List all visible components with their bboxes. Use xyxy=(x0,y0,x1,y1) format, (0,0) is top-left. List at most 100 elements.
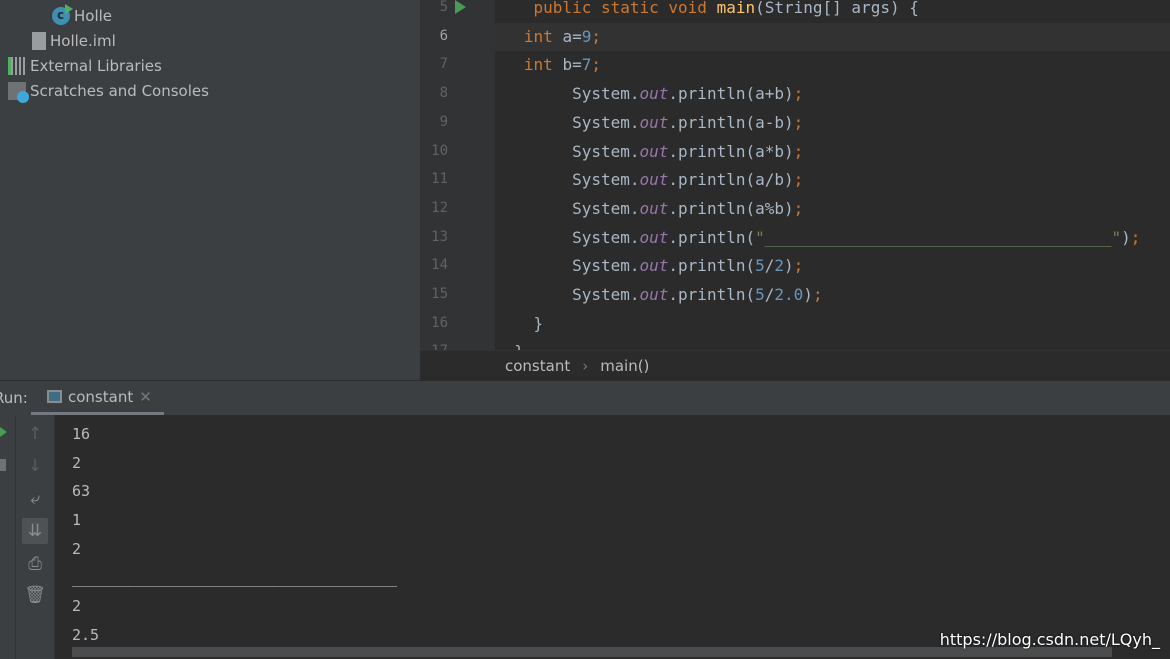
code-line: System.out.println(a%b); xyxy=(495,195,1170,223)
line-number: 7 xyxy=(439,56,448,73)
code-token: 2.0 xyxy=(774,285,804,304)
code-token: out xyxy=(639,285,669,304)
output-line: 1 xyxy=(72,511,82,530)
code-line: System.out.println("____________________… xyxy=(495,224,1170,252)
breadcrumb-class[interactable]: constant xyxy=(505,357,570,375)
code-token: ) xyxy=(803,285,813,304)
output-line: 63 xyxy=(72,482,91,501)
code-token: ; xyxy=(812,285,823,304)
line-number: 12 xyxy=(431,199,448,216)
soft-wrap-icon[interactable]: ⤶ xyxy=(22,486,48,512)
console-output[interactable]: 16 2 63 1 2 _________________________________… xyxy=(55,415,1170,659)
code-token: .println(a%b) xyxy=(668,198,794,218)
line-number: 6 xyxy=(439,27,448,44)
line-number: 11 xyxy=(431,171,448,188)
code-token: .println( xyxy=(668,285,756,304)
code-token: out xyxy=(639,198,669,218)
code-token: System. xyxy=(572,141,640,161)
code-token: .println( xyxy=(668,256,756,276)
code-line: int a=9; xyxy=(495,22,1170,51)
run-toolbar xyxy=(0,415,16,659)
code-token: System. xyxy=(572,84,640,104)
java-class-icon: c xyxy=(52,3,73,25)
tree-item-label: Holle xyxy=(74,6,113,25)
code-token: ; xyxy=(793,256,804,276)
stop-icon[interactable] xyxy=(0,459,6,471)
code-token: a= xyxy=(562,26,582,46)
iml-file-icon xyxy=(32,31,46,50)
breadcrumb: constant › main() xyxy=(420,350,1170,380)
tree-item-label: Scratches and Consoles xyxy=(30,81,209,100)
line-number: 15 xyxy=(431,286,448,302)
code-token: ) xyxy=(784,256,794,276)
output-line: ____________________________________ xyxy=(72,568,398,587)
code-token: / xyxy=(764,285,775,304)
tree-item-label: Holle.iml xyxy=(50,31,116,50)
code-token: ; xyxy=(793,84,804,104)
code-line: System.out.println(5/2.0); xyxy=(495,281,1170,309)
code-line: } xyxy=(495,310,1170,338)
code-token: .println(a*b) xyxy=(668,141,794,161)
arrow-down-icon[interactable]: ↓ xyxy=(22,453,48,479)
code-token: / xyxy=(764,256,775,276)
watermark: https://blog.csdn.net/LQyh_ xyxy=(939,630,1160,649)
code-token: out xyxy=(639,112,669,132)
code-editor[interactable]: 5 public static void main(String[] args)… xyxy=(420,0,1170,350)
tree-item-holle[interactable]: c Holle xyxy=(52,3,112,28)
code-token: ; xyxy=(591,55,601,75)
line-number: 16 xyxy=(431,314,448,331)
tree-item-holle-iml[interactable]: Holle.iml xyxy=(32,28,116,53)
code-line: public static void main(String[] args) { xyxy=(495,0,1170,22)
code-token: 2 xyxy=(774,256,785,276)
code-token: System. xyxy=(572,256,640,276)
chevron-right-icon: › xyxy=(582,356,589,375)
console-icon xyxy=(47,390,62,403)
tree-item-external-libraries[interactable]: External Libraries xyxy=(8,53,162,78)
rerun-icon[interactable] xyxy=(0,427,7,437)
code-token: int xyxy=(523,55,563,75)
tree-item-scratches[interactable]: Scratches and Consoles xyxy=(8,78,209,103)
code-token: .println(a-b) xyxy=(668,112,794,132)
project-tree: c Holle Holle.iml External Libraries Scr… xyxy=(0,0,420,380)
console-toolbar: ↑ ↓ ⤶ ⇊ ⎙ 🗑 xyxy=(16,415,55,659)
code-line: System.out.println(a/b); xyxy=(495,166,1170,194)
code-token: out xyxy=(639,170,669,190)
code-token: 7 xyxy=(581,55,592,75)
code-token: out xyxy=(639,141,669,161)
code-token: out xyxy=(639,84,669,104)
line-number: 9 xyxy=(439,113,448,130)
close-icon[interactable]: ✕ xyxy=(139,388,152,406)
output-line: 2.5 xyxy=(72,625,100,644)
arrow-up-icon[interactable]: ↑ xyxy=(22,421,48,447)
tab-label: constant xyxy=(68,387,134,406)
scratches-icon xyxy=(8,81,29,103)
code-token: b= xyxy=(562,55,582,75)
code-token: System. xyxy=(572,227,640,247)
trash-icon[interactable]: 🗑 xyxy=(22,582,48,608)
line-number: 8 xyxy=(439,85,448,102)
run-gutter-icon[interactable] xyxy=(455,0,466,14)
code-token: .println(a+b) xyxy=(668,84,794,104)
code-token: out xyxy=(639,256,669,276)
code-line: int b=7; xyxy=(495,51,1170,79)
code-token: } xyxy=(533,313,544,333)
line-number: 14 xyxy=(431,257,448,274)
tab-constant[interactable]: constant ✕ xyxy=(31,381,164,415)
run-tool-window-header: Run: constant ✕ xyxy=(0,380,1170,415)
code-token: System. xyxy=(572,112,640,132)
code-token: System. xyxy=(572,170,640,190)
code-token: .println( xyxy=(668,227,756,247)
line-number: 13 xyxy=(431,228,448,245)
code-line: System.out.println(a*b); xyxy=(495,138,1170,166)
breadcrumb-method[interactable]: main() xyxy=(600,357,649,375)
line-number: 10 xyxy=(431,142,448,159)
output-line: 2 xyxy=(72,539,82,558)
output-line: 2 xyxy=(72,597,82,616)
scroll-to-end-icon[interactable]: ⇊ xyxy=(22,518,48,544)
line-number: 17 xyxy=(420,343,448,350)
print-icon[interactable]: ⎙ xyxy=(22,551,48,577)
code-token: public static void xyxy=(533,0,717,17)
code-line: } xyxy=(495,338,1170,350)
code-token: int xyxy=(523,26,563,46)
tree-item-label: External Libraries xyxy=(30,56,162,75)
